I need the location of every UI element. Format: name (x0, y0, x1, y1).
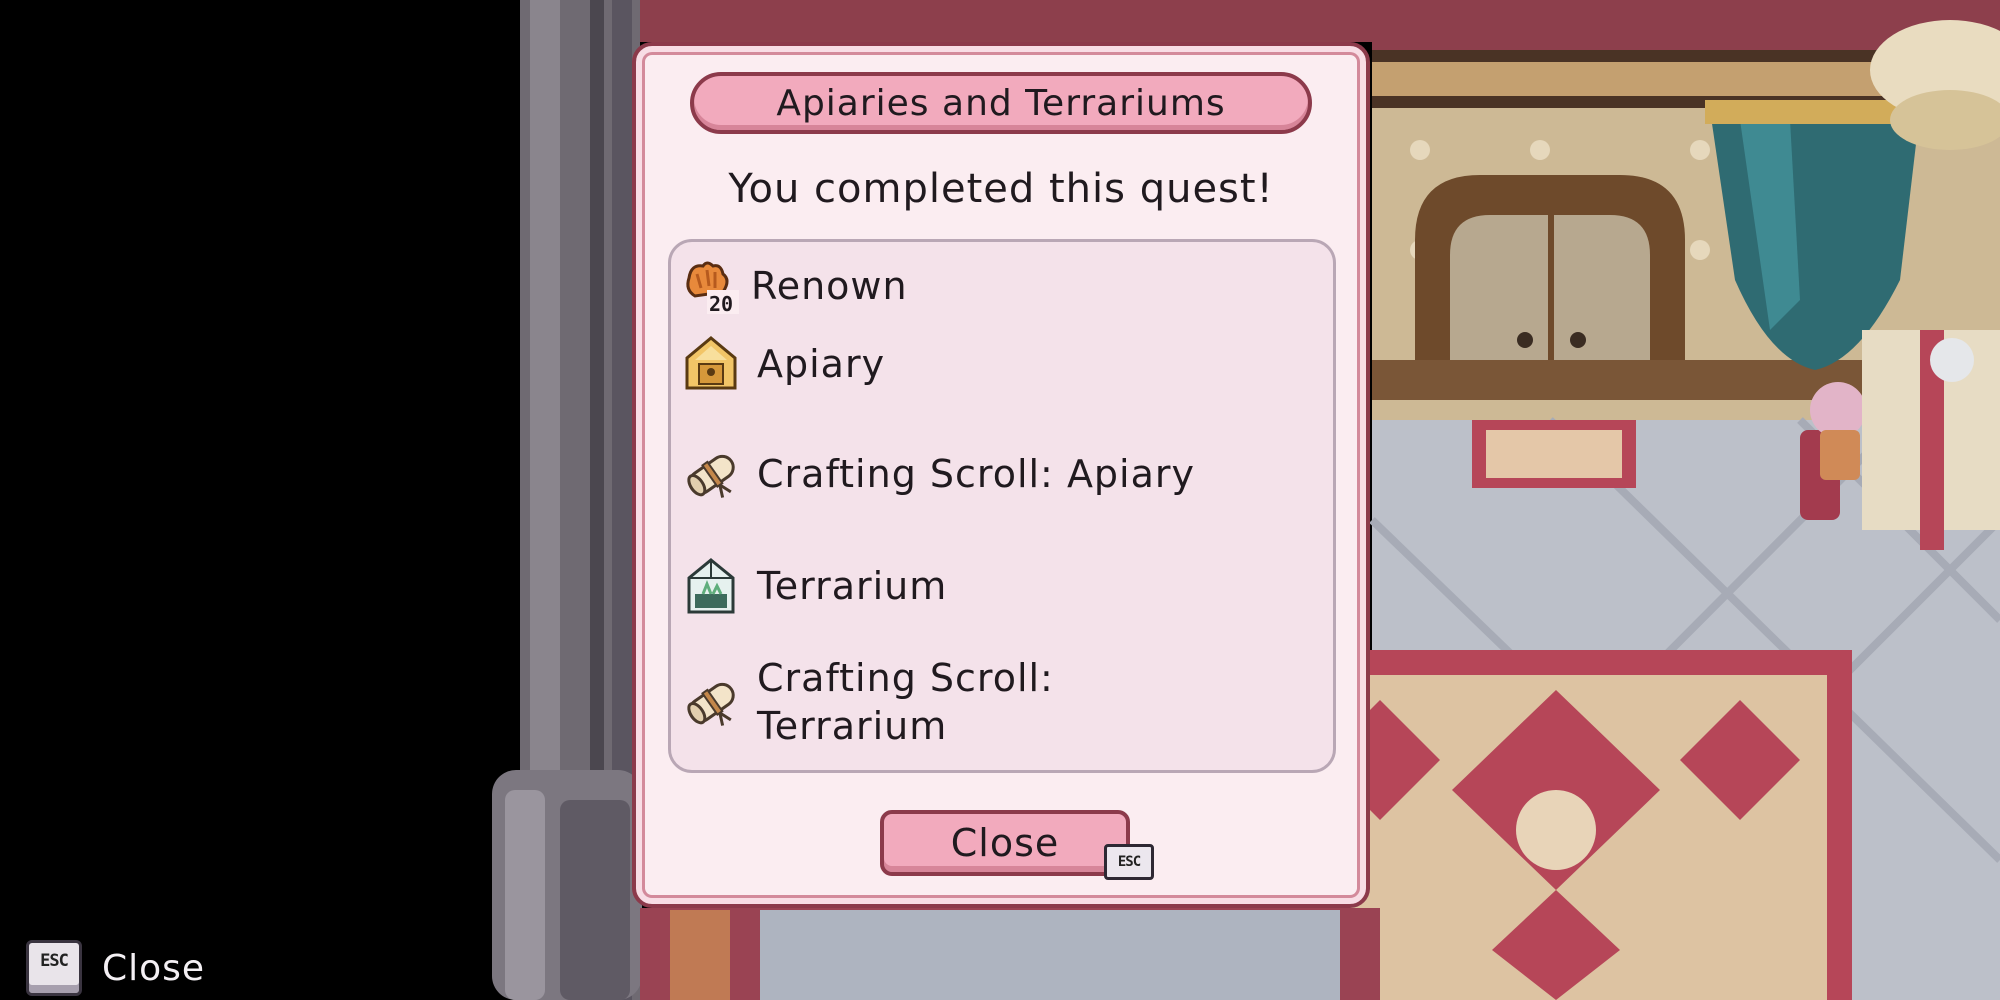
list-item-crafting-scroll-terrarium: Crafting Scroll: Terrarium (681, 654, 1054, 750)
reward-label: Terrarium (757, 564, 948, 608)
reward-label: Renown (751, 264, 908, 308)
reward-label: Apiary (757, 342, 886, 386)
quest-title: Apiaries and Terrariums (690, 72, 1312, 134)
reward-label: Crafting Scroll: Apiary (757, 452, 1196, 496)
crafting-scroll-icon (687, 682, 735, 726)
close-button-label: Close (950, 821, 1060, 865)
close-button[interactable]: Close ESC (880, 810, 1154, 880)
esc-key-icon: ESC (1104, 844, 1154, 880)
crafting-scroll-icon (687, 454, 735, 498)
renown-icon: 20 (686, 261, 739, 316)
list-item-crafting-scroll-apiary: Crafting Scroll: Apiary (681, 444, 1195, 504)
quest-complete-dialog: Apiaries and Terrariums You completed th… (632, 42, 1370, 908)
renown-amount-badge: 20 (709, 292, 733, 316)
close-hint-label: Close (102, 947, 206, 989)
terrarium-icon (687, 558, 735, 614)
list-item-renown: 20 Renown (681, 256, 908, 316)
close-hint[interactable]: ESC Close (26, 940, 205, 996)
esc-key-icon: ESC (26, 940, 82, 996)
list-item-terrarium: Terrarium (681, 556, 947, 616)
quest-complete-message: You completed this quest! (728, 166, 1274, 212)
rewards-list: 20 Renown Apiary Crafting Scroll: Apiary… (668, 239, 1336, 773)
apiary-icon (685, 336, 737, 390)
list-item-apiary: Apiary (681, 334, 885, 394)
reward-label: Crafting Scroll: Terrarium (757, 656, 1054, 748)
